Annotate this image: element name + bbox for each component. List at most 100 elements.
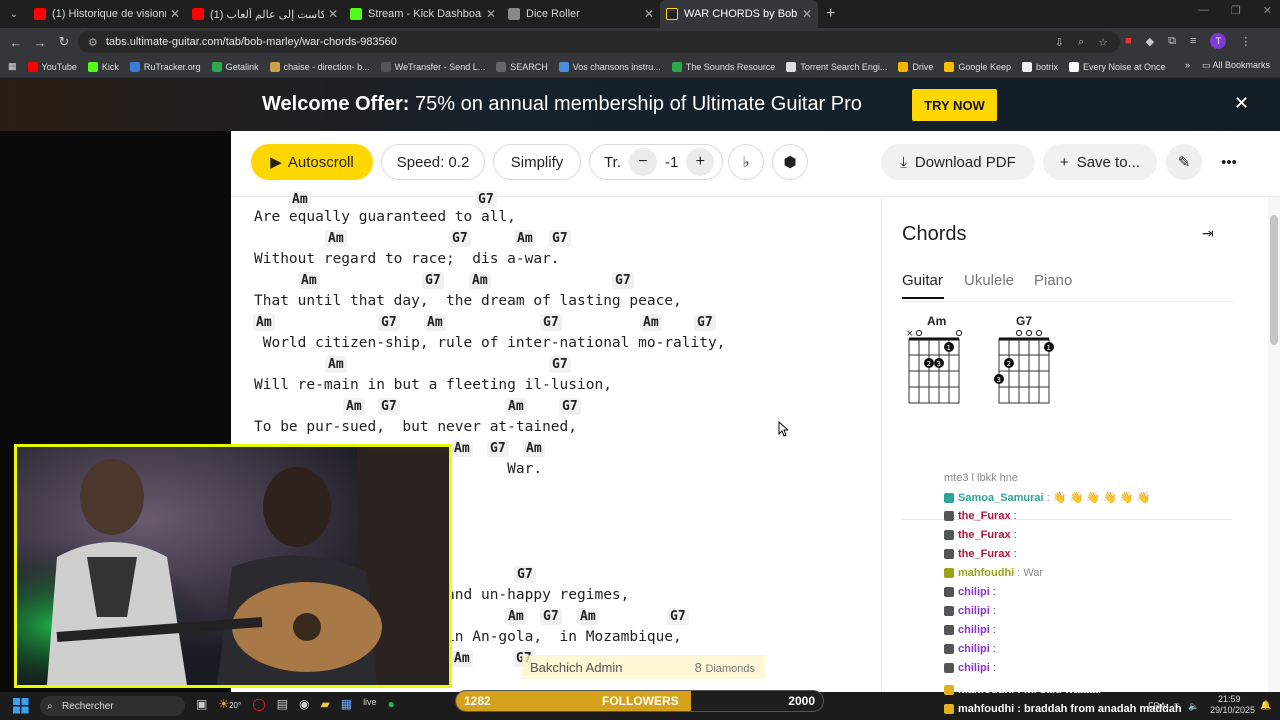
chord-label[interactable]: G7 [612, 272, 634, 289]
bookmark-item[interactable]: YouTube [27, 61, 77, 72]
media-icon[interactable]: ≡ [1190, 35, 1196, 47]
chord-label[interactable]: G7 [540, 314, 562, 331]
bookmark-item[interactable]: chaise - direction- b... [269, 61, 370, 72]
apps-icon[interactable]: ▦ [8, 61, 17, 72]
bookmark-item[interactable]: The Sounds Resource [671, 61, 775, 72]
chord-label[interactable]: G7 [540, 608, 562, 625]
browser-tab[interactable]: (1) Historique de visionnage - Y ✕ [28, 0, 186, 28]
chord-label[interactable]: G7 [378, 398, 400, 415]
maximize-icon[interactable]: ❐ [1231, 4, 1241, 17]
minimize-icon[interactable]: — [1198, 4, 1209, 17]
clock-date[interactable]: 29/10/2025 [1210, 705, 1255, 715]
forward-icon[interactable]: → [28, 35, 52, 50]
chord-label[interactable]: Am [424, 314, 446, 331]
opera-icon[interactable]: ◯ [252, 697, 265, 711]
clock-time[interactable]: 21:59 [1218, 694, 1241, 704]
chord-label[interactable]: Am [253, 314, 275, 331]
chord-label[interactable]: G7 [559, 398, 581, 415]
site-info-icon[interactable]: ⚙ [88, 36, 98, 49]
chord-label[interactable]: G7 [514, 566, 536, 583]
notifications-icon[interactable]: 🔔 [1260, 700, 1271, 711]
bookmark-item[interactable]: botrix [1021, 61, 1058, 72]
transpose-down-button[interactable]: − [628, 148, 657, 176]
tab-ukulele[interactable]: Ukulele [964, 272, 1014, 289]
browser-tab-active[interactable]: WAR CHORDS by Bob Marley @ ✕ [660, 0, 818, 28]
chord-label[interactable]: G7 [422, 272, 444, 289]
flat-sharp-icon[interactable]: ♭ [728, 144, 764, 180]
chord-label[interactable]: Am [289, 191, 311, 208]
close-tab-icon[interactable]: ✕ [328, 7, 338, 21]
chord-label[interactable]: Am [469, 272, 491, 289]
bookmark-item[interactable]: Kick [87, 61, 119, 72]
live-icon[interactable]: live [363, 697, 377, 711]
new-tab-icon[interactable]: + [818, 5, 843, 23]
bookmark-item[interactable]: Torrent Search Engi... [786, 61, 887, 72]
chord-label[interactable]: G7 [378, 314, 400, 331]
windows-start-icon[interactable] [13, 698, 29, 714]
close-tab-icon[interactable]: ✕ [486, 7, 496, 21]
chord-label[interactable]: G7 [549, 356, 571, 373]
simplify-button[interactable]: Simplify [493, 144, 581, 180]
back-icon[interactable]: ← [4, 35, 28, 50]
file-explorer-icon[interactable]: ▰ [320, 697, 329, 711]
chord-label[interactable]: Am [298, 272, 320, 289]
chord-label[interactable]: Am [325, 356, 347, 373]
speed-button[interactable]: Speed: 0.2 [381, 144, 485, 180]
spotify-icon[interactable]: ● [388, 697, 395, 711]
page-scrollbar[interactable] [1268, 197, 1280, 692]
tab-guitar[interactable]: Guitar [902, 272, 943, 289]
url-input[interactable]: ⚙ tabs.ultimate-guitar.com/tab/bob-marle… [78, 31, 1120, 53]
chord-label[interactable]: Am [505, 398, 527, 415]
adblock-icon[interactable]: ■ [1125, 35, 1132, 47]
settings-icon[interactable]: ⬢ [772, 144, 808, 180]
chord-label[interactable]: Am [451, 650, 473, 667]
chord-label[interactable]: G7 [487, 440, 509, 457]
more-options-icon[interactable]: ••• [1211, 144, 1247, 180]
bookmark-item[interactable]: WeTransfer - Send L... [380, 61, 485, 72]
chord-label[interactable]: Am [577, 608, 599, 625]
app-icon[interactable]: ▤ [277, 697, 288, 711]
close-tab-icon[interactable]: ✕ [170, 7, 180, 21]
edit-icon[interactable]: ✎ [1166, 144, 1202, 180]
chord-label[interactable]: G7 [667, 608, 689, 625]
weather-icon[interactable]: ☀20° [218, 697, 241, 711]
close-icon[interactable]: ✕ [1234, 93, 1249, 114]
install-icon[interactable]: ⇩ [1055, 36, 1064, 49]
close-window-icon[interactable]: ✕ [1263, 4, 1272, 17]
close-tab-icon[interactable]: ✕ [802, 7, 812, 21]
autoscroll-button[interactable]: ▶ Autoscroll [251, 144, 373, 180]
chord-label[interactable]: G7 [475, 191, 497, 208]
reload-icon[interactable]: ↻ [52, 34, 76, 50]
app-icon[interactable]: ◉ [299, 697, 309, 711]
bookmark-item[interactable]: Vos chansons instru... [558, 61, 661, 72]
zoom-icon[interactable]: ⌕ [1078, 36, 1084, 49]
taskbar-search-input[interactable]: ⌕ Rechercher [40, 696, 185, 716]
chord-label[interactable]: Am [325, 230, 347, 247]
am-chord-diagram[interactable]: × 1 2 3 [904, 327, 966, 409]
bookmark-item[interactable]: SEARCH [496, 61, 548, 72]
browser-tab[interactable]: (1) من البودكاست إلى عالم ألعاب ✕ [186, 0, 344, 28]
scrollbar-thumb[interactable] [1270, 215, 1278, 345]
all-bookmarks[interactable]: ▭ All Bookmarks [1202, 60, 1270, 71]
bookmark-item[interactable]: RuTracker.org [129, 61, 201, 72]
chord-label[interactable]: G7 [449, 230, 471, 247]
bookmark-item[interactable]: Google Keep [944, 61, 1011, 72]
profile-avatar[interactable]: T [1210, 33, 1227, 49]
chord-label[interactable]: Am [505, 608, 527, 625]
transpose-up-button[interactable]: + [686, 148, 715, 176]
close-tab-icon[interactable]: ✕ [644, 7, 654, 21]
tab-piano[interactable]: Piano [1034, 272, 1072, 289]
chord-label[interactable]: Am [640, 314, 662, 331]
menu-dots-icon[interactable]: ⋮ [1240, 35, 1251, 48]
more-bookmarks-icon[interactable]: » [1185, 60, 1190, 71]
g7-chord-diagram[interactable]: 1 2 3 [994, 327, 1056, 409]
chord-label[interactable]: Am [514, 230, 536, 247]
volume-icon[interactable]: 🔈 [1188, 701, 1199, 712]
chord-label[interactable]: Am [343, 398, 365, 415]
save-to-button[interactable]: + Save to... [1043, 144, 1157, 180]
bookmark-item[interactable]: Every Noise at Once [1068, 61, 1166, 72]
collapse-panel-icon[interactable]: ⇥ [1202, 225, 1214, 242]
chord-label[interactable]: G7 [694, 314, 716, 331]
chord-label[interactable]: Am [451, 440, 473, 457]
extensions-puzzle-icon[interactable]: ⧉ [1168, 35, 1176, 48]
